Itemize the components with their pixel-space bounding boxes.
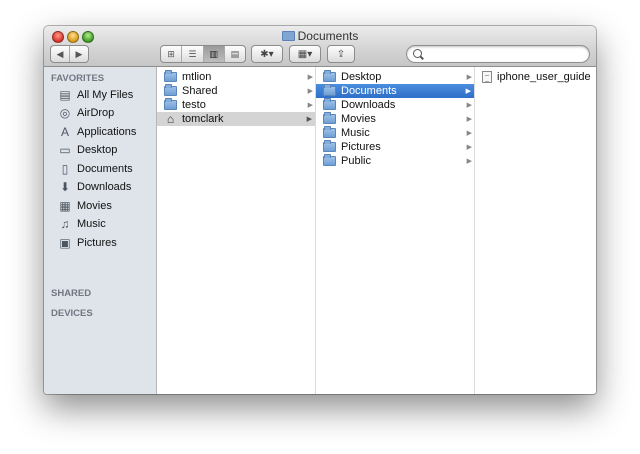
folder-icon xyxy=(323,70,336,82)
downloads-icon: ⬇ xyxy=(59,180,71,194)
disclosure-arrow-icon: ▶ xyxy=(466,130,472,137)
pictures-icon: ▣ xyxy=(59,236,71,250)
sidebar-item-airdrop[interactable]: ◎ AirDrop xyxy=(58,104,115,122)
column-home: Desktop ▶ Documents ▶ Downloads ▶ Movies… xyxy=(316,67,475,394)
column-users: mtlion ▶ Shared ▶ testo ▶ ⌂ tomclark ▶ xyxy=(157,67,316,394)
sidebar-item-pictures[interactable]: ▣ Pictures xyxy=(58,234,116,252)
disclosure-arrow-icon: ▶ xyxy=(307,102,313,109)
sidebar-item-all-my-files[interactable]: ▤ All My Files xyxy=(58,86,133,104)
disclosure-arrow-icon: ▶ xyxy=(307,88,313,95)
folder-icon xyxy=(323,140,336,152)
forward-button[interactable]: ▶ xyxy=(70,46,88,62)
folder-icon xyxy=(323,154,336,166)
sidebar-item-applications[interactable]: A Applications xyxy=(58,123,136,141)
list-item[interactable]: Desktop ▶ xyxy=(316,70,475,84)
devices-heading: DEVICES xyxy=(51,308,93,319)
folder-icon xyxy=(323,112,336,124)
folder-icon xyxy=(323,84,336,96)
action-menu-button[interactable]: ✱▾ xyxy=(251,45,283,63)
search-input[interactable] xyxy=(425,47,585,61)
folder-icon xyxy=(323,98,336,110)
list-item[interactable]: Pictures ▶ xyxy=(316,140,475,154)
applications-icon: A xyxy=(60,125,69,139)
column-view-button[interactable]: ▥ xyxy=(203,46,225,62)
disclosure-arrow-icon: ▶ xyxy=(465,88,471,95)
window-title: Documents xyxy=(44,29,596,43)
sidebar-item-movies[interactable]: ▦ Movies xyxy=(58,197,112,215)
sidebar-item-downloads[interactable]: ⬇ Downloads xyxy=(58,178,131,196)
folder-icon xyxy=(281,31,295,41)
list-item-selected[interactable]: ⌂ tomclark ▶ xyxy=(157,112,315,126)
list-item[interactable]: Downloads ▶ xyxy=(316,98,475,112)
disclosure-arrow-icon: ▶ xyxy=(466,102,472,109)
disclosure-arrow-icon: ▶ xyxy=(466,158,472,165)
sidebar-item-desktop[interactable]: ▭ Desktop xyxy=(58,141,117,159)
desktop-icon: ▭ xyxy=(59,143,71,157)
view-mode-control: ⊞ ☰ ▥ ▤ xyxy=(160,45,246,63)
search-icon xyxy=(413,49,422,58)
disclosure-arrow-icon: ▶ xyxy=(466,74,472,81)
disclosure-arrow-icon: ▶ xyxy=(307,74,313,81)
all-files-icon: ▤ xyxy=(59,88,71,102)
disclosure-arrow-icon: ▶ xyxy=(466,116,472,123)
movies-icon: ▦ xyxy=(59,199,71,213)
folder-icon xyxy=(164,84,177,96)
search-field[interactable] xyxy=(406,45,590,63)
shared-heading: SHARED xyxy=(51,288,92,299)
list-item[interactable]: testo ▶ xyxy=(157,98,316,112)
arrange-menu-button[interactable]: ▦▾ xyxy=(289,45,321,63)
list-item[interactable]: mtlion ▶ xyxy=(157,70,316,84)
list-item[interactable]: Music ▶ xyxy=(316,126,475,140)
home-icon: ⌂ xyxy=(166,112,175,126)
sidebar-item-documents[interactable]: ▯ Documents xyxy=(58,160,133,178)
folder-icon xyxy=(323,126,336,138)
disclosure-arrow-icon: ▶ xyxy=(306,116,312,123)
list-item[interactable]: Movies ▶ xyxy=(316,112,475,126)
coverflow-view-button[interactable]: ▤ xyxy=(225,46,245,62)
share-button[interactable]: ⇪ xyxy=(327,45,355,63)
documents-icon: ▯ xyxy=(61,162,69,176)
document-file-icon xyxy=(482,71,492,83)
folder-icon xyxy=(164,70,177,82)
list-item[interactable]: Shared ▶ xyxy=(157,84,316,98)
disclosure-arrow-icon: ▶ xyxy=(466,144,472,151)
column-documents: iphone_user_guide xyxy=(475,67,596,394)
list-item[interactable]: iphone_user_guide xyxy=(475,70,596,84)
title-bar: Documents ◀ ▶ ⊞ ☰ ▥ ▤ ✱▾ ▦▾ ⇪ xyxy=(44,26,596,67)
folder-icon xyxy=(164,98,177,110)
list-view-button[interactable]: ☰ xyxy=(182,46,204,62)
icon-view-button[interactable]: ⊞ xyxy=(161,46,183,62)
sidebar-item-music[interactable]: ♫ Music xyxy=(58,215,106,233)
list-item[interactable]: Public ▶ xyxy=(316,154,475,168)
back-forward-control: ◀ ▶ xyxy=(50,45,89,63)
finder-window: Documents ◀ ▶ ⊞ ☰ ▥ ▤ ✱▾ ▦▾ ⇪ FAVORITES … xyxy=(44,26,596,394)
sidebar: FAVORITES ▤ All My Files ◎ AirDrop A App… xyxy=(44,67,157,394)
back-button[interactable]: ◀ xyxy=(51,46,70,62)
music-icon: ♫ xyxy=(60,217,70,231)
airdrop-icon: ◎ xyxy=(59,106,71,120)
list-item-selected[interactable]: Documents ▶ xyxy=(316,84,474,98)
favorites-heading: FAVORITES xyxy=(51,73,105,84)
